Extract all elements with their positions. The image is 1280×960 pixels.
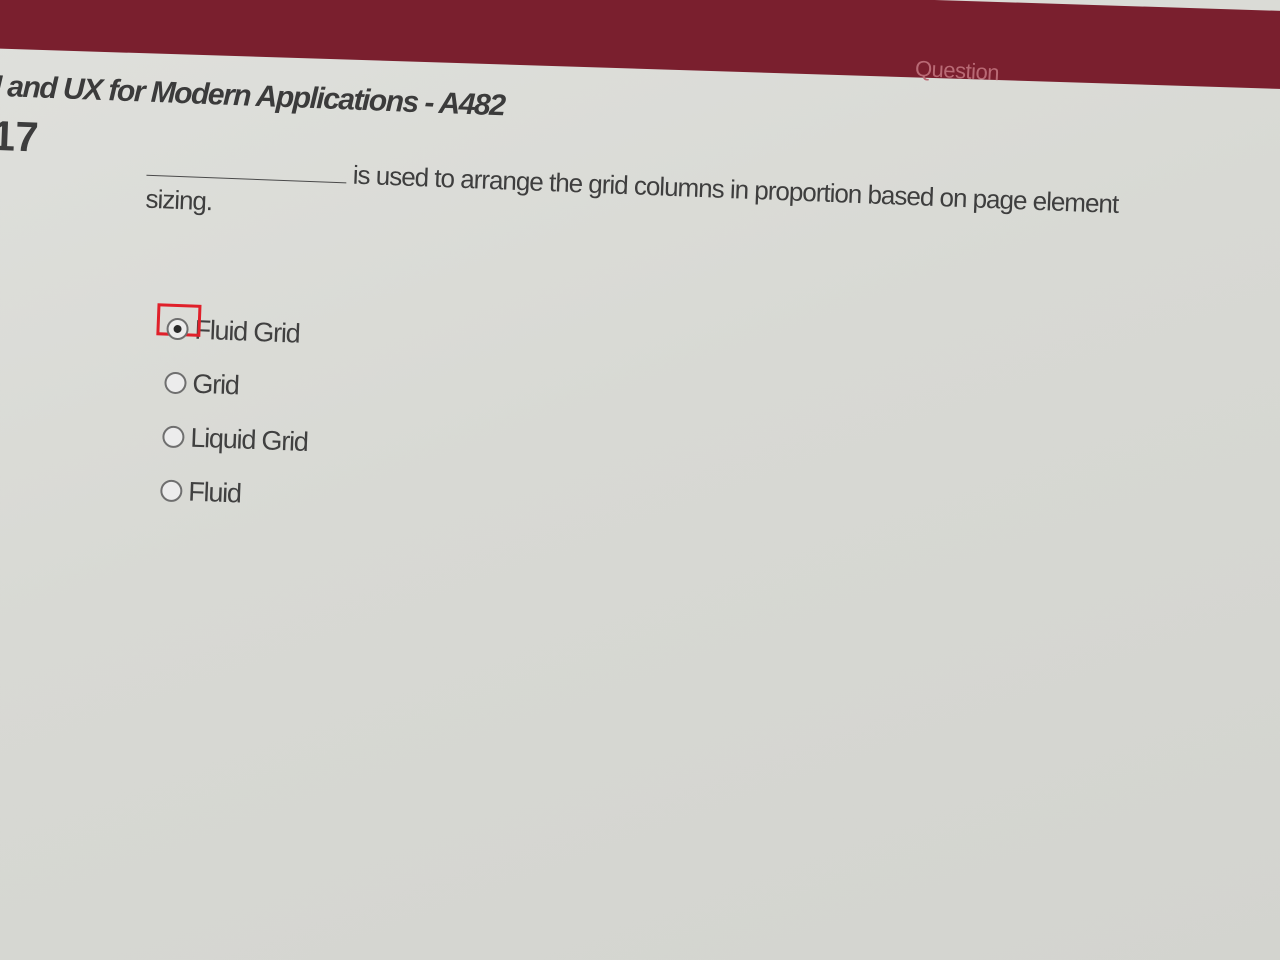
option-label: Fluid Grid (194, 314, 301, 349)
option-label: Liquid Grid (189, 422, 309, 457)
radio-button[interactable] (164, 371, 187, 395)
radio-button[interactable] (162, 425, 185, 449)
option-fluid-grid[interactable]: Fluid Grid (156, 301, 313, 361)
option-grid[interactable]: Grid (157, 355, 310, 415)
question-prompt: is used to arrange the grid columns in p… (145, 151, 1187, 255)
option-label: Grid (191, 368, 240, 400)
quiz-content: I and UX for Modern Applications - A482 … (0, 0, 1280, 960)
radio-button-selected[interactable] (166, 317, 189, 341)
option-fluid[interactable]: Fluid (153, 463, 306, 523)
option-liquid-grid[interactable]: Liquid Grid (155, 409, 308, 469)
option-label: Fluid (187, 476, 242, 509)
answer-blank (146, 152, 348, 184)
question-number: 17 (0, 111, 40, 161)
course-title: I and UX for Modern Applications - A482 (0, 69, 506, 123)
answer-options: Fluid Grid Grid Liquid Grid Fluid (153, 301, 313, 523)
radio-button[interactable] (159, 479, 183, 503)
